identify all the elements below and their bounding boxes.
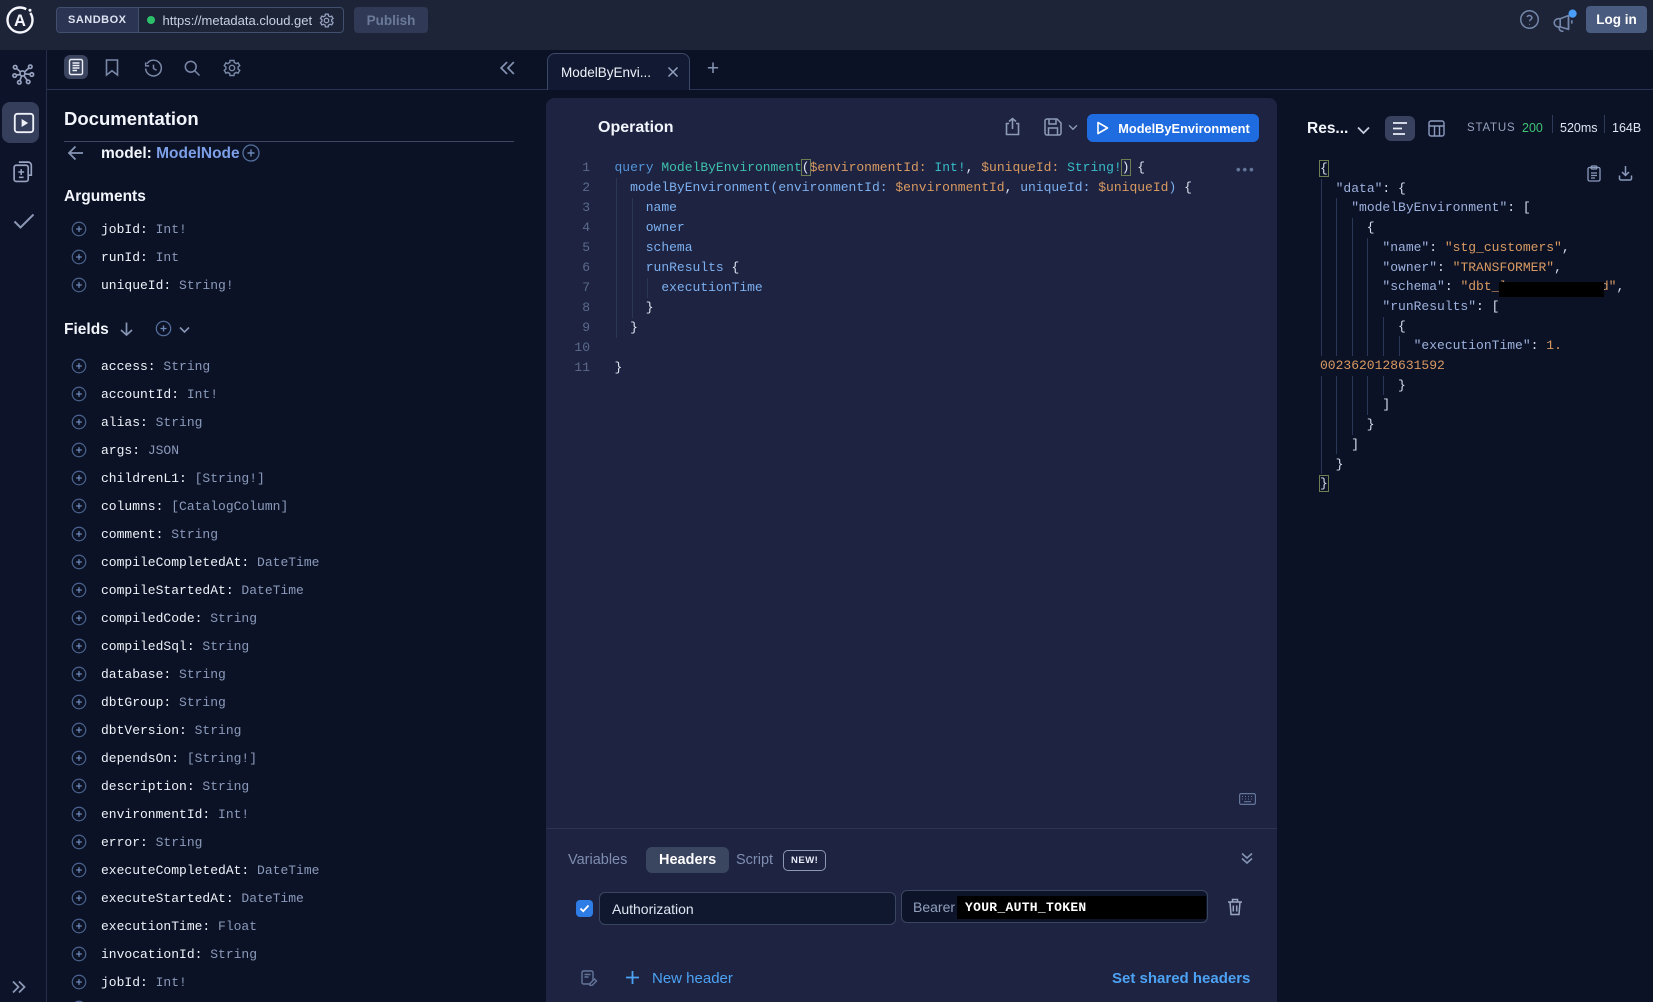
- svg-text:A: A: [14, 12, 26, 30]
